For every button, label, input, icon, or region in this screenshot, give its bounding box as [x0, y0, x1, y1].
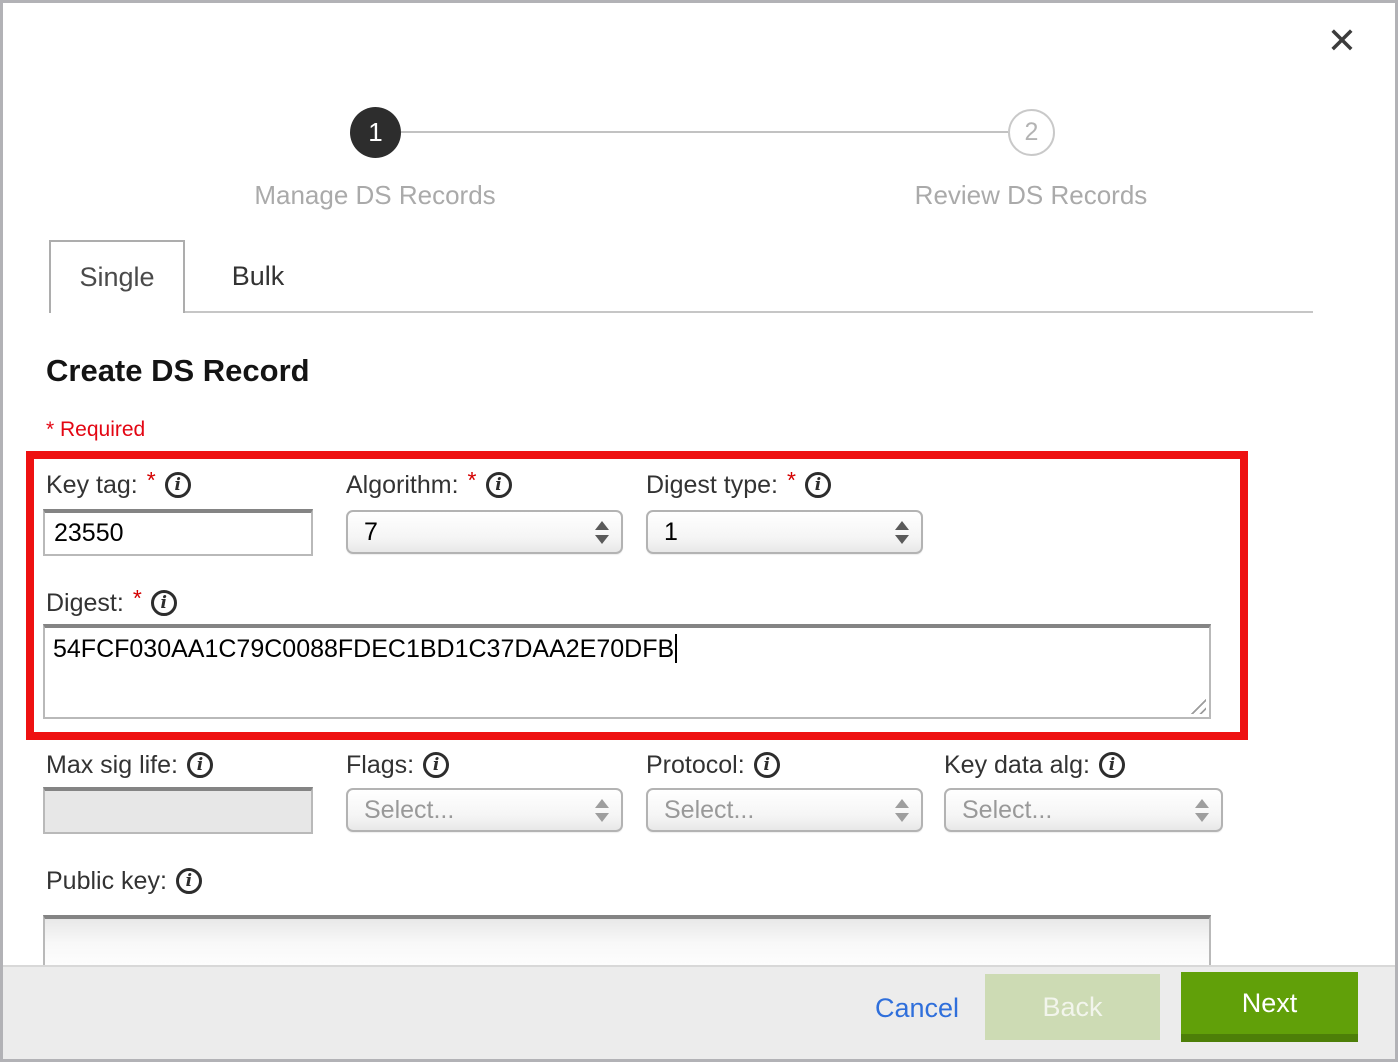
required-asterisk: * [787, 467, 796, 494]
algorithm-select-value: 7 [364, 518, 595, 547]
digest-value: 54FCF030AA1C79C0088FDEC1BD1C37DAA2E70DFB [53, 635, 674, 663]
digest-label: Digest: * i [46, 587, 177, 619]
flags-label-text: Flags: [346, 751, 414, 780]
info-icon[interactable]: i [1099, 752, 1125, 778]
resize-handle-icon[interactable] [1187, 695, 1206, 714]
protocol-select-value: Select... [664, 796, 895, 825]
text-cursor [675, 634, 677, 663]
stepper-step-2: 2 [1008, 109, 1055, 156]
stepper-connector-line [401, 131, 1008, 133]
flags-select-value: Select... [364, 796, 595, 825]
info-icon[interactable]: i [151, 590, 177, 616]
next-button[interactable]: Next [1181, 972, 1358, 1042]
select-arrows-icon [595, 521, 609, 544]
algorithm-label: Algorithm: * i [346, 469, 512, 501]
close-icon[interactable]: ✕ [1327, 23, 1357, 59]
info-icon[interactable]: i [165, 472, 191, 498]
footer: Cancel Back Next [3, 965, 1395, 1059]
stepper-step-1-number: 1 [368, 117, 382, 148]
flags-label: Flags: i [346, 749, 449, 781]
info-icon[interactable]: i [805, 472, 831, 498]
info-icon[interactable]: i [754, 752, 780, 778]
digest-type-label: Digest type: * i [646, 469, 831, 501]
required-asterisk: * [133, 585, 142, 612]
required-asterisk: * [468, 467, 477, 494]
required-asterisk: * [147, 467, 156, 494]
digest-type-label-text: Digest type: [646, 471, 778, 500]
required-note: * Required [46, 418, 145, 442]
max-sig-life-label: Max sig life: i [46, 749, 213, 781]
key-data-alg-select-value: Select... [962, 796, 1195, 825]
info-icon[interactable]: i [486, 472, 512, 498]
info-icon[interactable]: i [187, 752, 213, 778]
protocol-label: Protocol: i [646, 749, 780, 781]
stepper-step-2-number: 2 [1025, 118, 1039, 147]
algorithm-select[interactable]: 7 [346, 510, 623, 554]
key-data-alg-label: Key data alg: i [944, 749, 1125, 781]
tab-bulk[interactable]: Bulk [185, 240, 331, 313]
key-tag-input[interactable] [43, 509, 313, 556]
key-tag-label: Key tag: * i [46, 469, 191, 501]
digest-textarea[interactable]: 54FCF030AA1C79C0088FDEC1BD1C37DAA2E70DFB [43, 624, 1211, 719]
max-sig-life-input[interactable] [43, 787, 313, 834]
flags-select[interactable]: Select... [346, 788, 623, 832]
max-sig-life-label-text: Max sig life: [46, 751, 178, 780]
stepper-step-1: 1 [350, 107, 401, 158]
stepper-step-2-label: Review DS Records [861, 180, 1201, 211]
protocol-select[interactable]: Select... [646, 788, 923, 832]
stepper-step-1-label: Manage DS Records [205, 180, 545, 211]
key-data-alg-select[interactable]: Select... [944, 788, 1223, 832]
select-arrows-icon [595, 799, 609, 822]
tab-bottom-divider [185, 311, 1313, 313]
cancel-button[interactable]: Cancel [875, 993, 959, 1024]
select-arrows-icon [895, 799, 909, 822]
algorithm-label-text: Algorithm: [346, 471, 459, 500]
page-title: Create DS Record [46, 353, 310, 389]
info-icon[interactable]: i [423, 752, 449, 778]
back-button[interactable]: Back [985, 974, 1160, 1040]
digest-type-select[interactable]: 1 [646, 510, 923, 554]
key-data-alg-label-text: Key data alg: [944, 751, 1090, 780]
digest-label-text: Digest: [46, 589, 124, 618]
create-ds-record-modal: ✕ 1 2 Manage DS Records Review DS Record… [0, 0, 1398, 1062]
public-key-label-text: Public key: [46, 867, 167, 896]
key-tag-label-text: Key tag: [46, 471, 138, 500]
info-icon[interactable]: i [176, 868, 202, 894]
tab-single[interactable]: Single [49, 240, 185, 313]
digest-type-select-value: 1 [664, 518, 895, 547]
protocol-label-text: Protocol: [646, 751, 745, 780]
public-key-label: Public key: i [46, 865, 202, 897]
select-arrows-icon [895, 521, 909, 544]
select-arrows-icon [1195, 799, 1209, 822]
